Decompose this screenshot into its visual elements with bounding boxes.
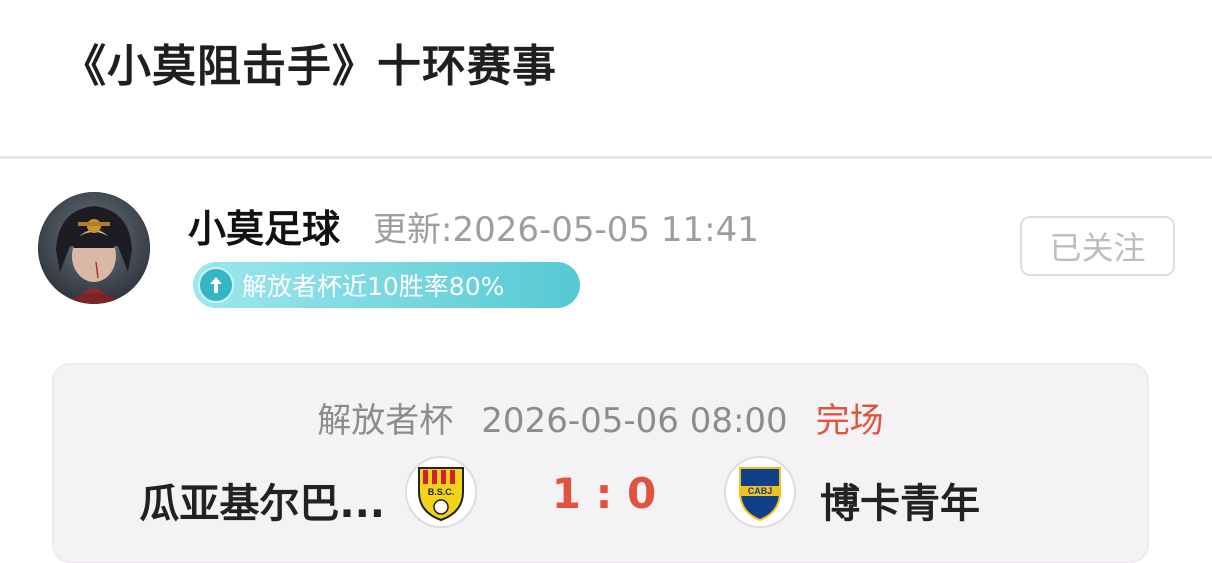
divider	[0, 156, 1212, 159]
avatar[interactable]	[38, 192, 150, 304]
league-name: 解放者杯	[317, 401, 454, 441]
home-logo-text: B.S.C.	[428, 487, 455, 497]
match-datetime: 2026-05-06 08:00	[481, 401, 788, 441]
up-arrow-icon	[198, 267, 234, 303]
update-time: 更新:2026-05-05 11:41	[373, 210, 759, 250]
home-team-logo: B.S.C.	[405, 456, 477, 528]
match-status: 完场	[815, 401, 884, 441]
win-rate-badge: 解放者杯近10胜率80%	[193, 262, 580, 308]
match-score: 1 : 0	[551, 469, 657, 518]
badge-label: 解放者杯近10胜率80%	[242, 272, 505, 301]
avatar-image	[38, 192, 150, 304]
page-title: 《小莫阻击手》十环赛事	[62, 41, 557, 92]
match-card[interactable]: 解放者杯 2026-05-06 08:00 完场 瓜亚基尔巴... B.S.C. 1…	[52, 363, 1149, 563]
author-name[interactable]: 小莫足球	[188, 198, 340, 253]
away-logo-text: CABJ	[748, 486, 773, 496]
away-team-logo: CABJ	[724, 456, 796, 528]
match-meta: 解放者杯 2026-05-06 08:00 完场	[54, 393, 1147, 442]
follow-button[interactable]: 已关注	[1020, 216, 1175, 276]
home-team-name: 瓜亚基尔巴...	[139, 481, 385, 527]
away-team-name: 博卡青年	[820, 481, 980, 527]
